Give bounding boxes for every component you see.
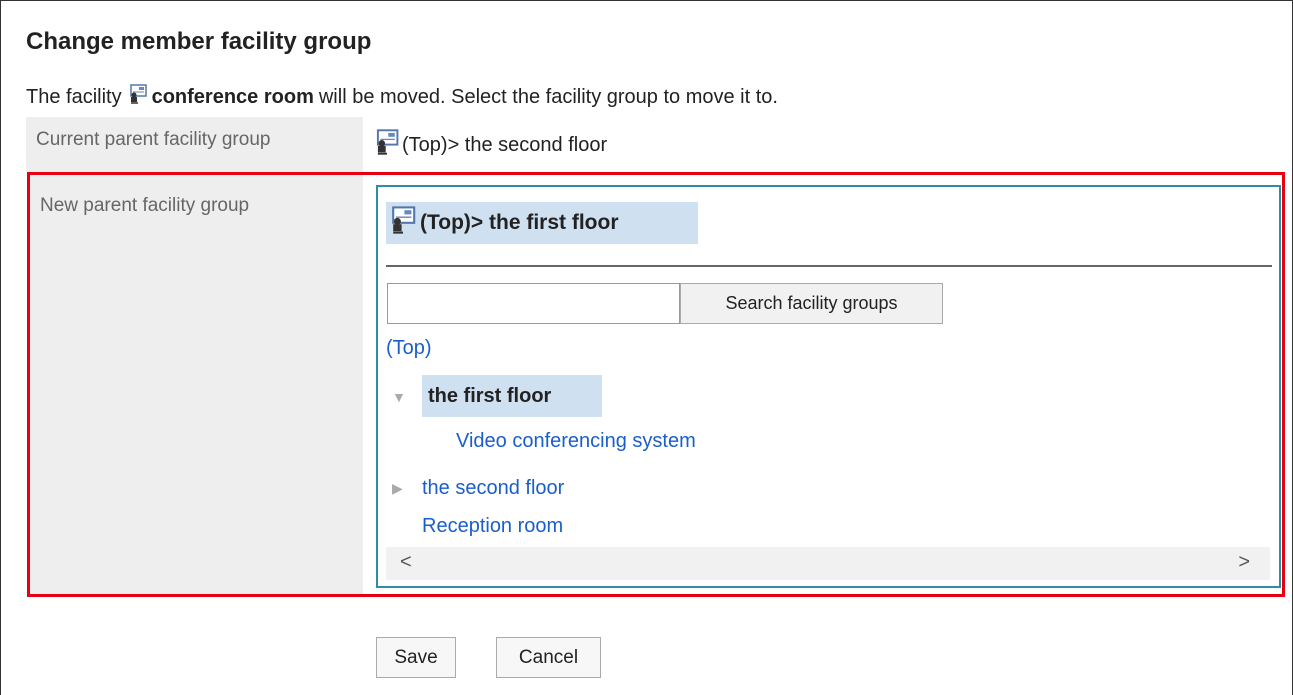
save-button[interactable]: Save	[376, 637, 456, 678]
scroll-right-icon[interactable]: >	[1238, 552, 1250, 572]
selected-group: (Top)> the first floor	[386, 202, 698, 244]
page-description: The facility conference room will be mov…	[26, 84, 778, 110]
current-parent-value: (Top)> the second floor	[402, 133, 608, 156]
collapse-arrow-icon[interactable]: ▶	[392, 481, 403, 495]
facility-name: conference room	[151, 85, 314, 108]
current-parent-value-container: (Top)> the second floor	[374, 129, 607, 161]
selected-group-label: (Top)> the first floor	[420, 211, 619, 234]
description-prefix: The facility	[26, 85, 122, 108]
current-parent-label: Current parent facility group	[26, 117, 363, 172]
tree-item-second-floor[interactable]: the second floor	[422, 477, 564, 500]
facility-group-selector: (Top)> the first floor Search facility g…	[376, 185, 1281, 588]
scroll-left-icon[interactable]: <	[400, 552, 412, 572]
horizontal-scrollbar[interactable]: < >	[386, 547, 1270, 580]
tree-item-first-floor[interactable]: the first floor	[422, 375, 602, 417]
facility-icon	[128, 84, 148, 110]
tree-item-top[interactable]: (Top)	[386, 337, 432, 360]
current-parent-row: Current parent facility group (Top)> the…	[26, 117, 1288, 172]
search-facility-groups-button[interactable]: Search facility groups	[680, 283, 943, 324]
tree-item-reception-room[interactable]: Reception room	[422, 515, 563, 538]
cancel-button[interactable]: Cancel	[496, 637, 601, 678]
facility-icon	[389, 206, 417, 240]
facility-icon	[374, 129, 400, 161]
divider	[386, 265, 1272, 267]
search-input[interactable]	[387, 283, 680, 324]
tree-item-video-conferencing[interactable]: Video conferencing system	[456, 430, 696, 453]
description-suffix: will be moved. Select the facility group…	[318, 85, 778, 108]
expand-arrow-icon[interactable]: ▼	[392, 390, 406, 404]
page-title: Change member facility group	[26, 28, 372, 55]
